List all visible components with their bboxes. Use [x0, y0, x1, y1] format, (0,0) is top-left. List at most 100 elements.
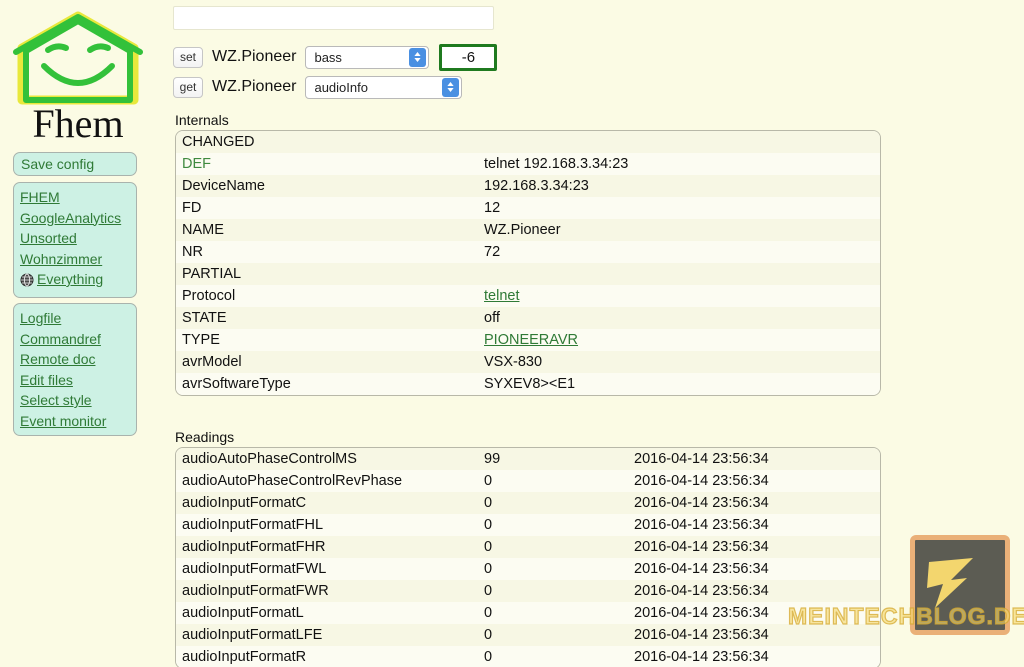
reading-timestamp: 2016-04-14 23:56:34	[628, 536, 880, 558]
page-root: Fhem Save config FHEM GoogleAnalytics Un…	[0, 0, 1024, 667]
sidebar-item-everything[interactable]: Everything	[14, 269, 136, 293]
reading-value: 0	[478, 602, 628, 624]
internals-key: DeviceName	[176, 175, 478, 197]
internals-value: WZ.Pioneer	[478, 219, 880, 241]
sidebar-rooms-menu: FHEM GoogleAnalytics Unsorted Wohnzimmer…	[13, 182, 137, 298]
internals-key: CHANGED	[176, 131, 478, 153]
fhem-logo: Fhem	[8, 8, 148, 146]
save-config-button[interactable]: Save config	[13, 152, 137, 176]
internals-key: STATE	[176, 307, 478, 329]
get-button[interactable]: get	[173, 76, 203, 98]
reading-value: 0	[478, 558, 628, 580]
sidebar-item-commandref[interactable]: Commandref	[14, 329, 136, 350]
command-input[interactable]	[173, 6, 494, 30]
internals-value[interactable]: PIONEERAVR	[478, 329, 880, 351]
get-parameter-value: audioInfo	[314, 79, 368, 95]
internals-key: FD	[176, 197, 478, 219]
reading-timestamp: 2016-04-14 23:56:34	[628, 602, 880, 624]
sidebar-item-event-monitor[interactable]: Event monitor	[14, 411, 136, 432]
table-row: audioInputFormatFWR 0 2016-04-14 23:56:34	[176, 580, 880, 602]
sidebar-item-logfile[interactable]: Logfile	[14, 308, 136, 329]
sidebar-item-unsorted[interactable]: Unsorted	[14, 228, 136, 249]
table-row: Protocol telnet	[176, 285, 880, 307]
sidebar-item-fhem[interactable]: FHEM	[14, 187, 136, 208]
table-row: STATE off	[176, 307, 880, 329]
sidebar-item-remote-doc[interactable]: Remote doc	[14, 349, 136, 370]
reading-timestamp: 2016-04-14 23:56:34	[628, 514, 880, 536]
internals-key: TYPE	[176, 329, 478, 351]
table-row: FD 12	[176, 197, 880, 219]
reading-timestamp: 2016-04-14 23:56:34	[628, 580, 880, 602]
table-row: audioAutoPhaseControlMS 99 2016-04-14 23:5…	[176, 448, 880, 470]
table-row: DeviceName 192.168.3.34:23	[176, 175, 880, 197]
set-button[interactable]: set	[173, 46, 203, 68]
chevron-updown-icon	[442, 77, 460, 97]
internals-value: 192.168.3.34:23	[478, 175, 880, 197]
set-parameter-value: bass	[314, 49, 342, 65]
set-parameter-select[interactable]: bass	[305, 45, 430, 69]
reading-name: audioInputFormatR	[176, 646, 478, 667]
reading-value: 0	[478, 514, 628, 536]
sidebar: Fhem Save config FHEM GoogleAnalytics Un…	[0, 0, 160, 667]
table-row: NAME WZ.Pioneer	[176, 219, 880, 241]
table-row: avrSoftwareType SYXEV8><E1	[176, 373, 880, 395]
reading-value: 0	[478, 470, 628, 492]
globe-icon	[20, 272, 34, 293]
reading-name: audioInputFormatFHR	[176, 536, 478, 558]
reading-timestamp: 2016-04-14 23:56:34	[628, 470, 880, 492]
reading-value: 0	[478, 624, 628, 646]
internals-value-link[interactable]: PIONEERAVR	[484, 332, 578, 348]
sidebar-item-select-style[interactable]: Select style	[14, 390, 136, 411]
get-command-row: get WZ.Pioneer audioInfo	[173, 73, 463, 101]
reading-name: audioAutoPhaseControlMS	[176, 448, 478, 470]
reading-name: audioInputFormatFWL	[176, 558, 478, 580]
internals-value-link[interactable]: telnet	[484, 288, 519, 304]
get-parameter-select[interactable]: audioInfo	[305, 75, 463, 99]
table-row: TYPE PIONEERAVR	[176, 329, 880, 351]
table-row: CHANGED	[176, 131, 880, 153]
reading-value: 0	[478, 646, 628, 667]
reading-value: 99	[478, 448, 628, 470]
reading-value: 0	[478, 492, 628, 514]
sidebar-item-everything-label: Everything	[37, 271, 104, 287]
internals-key-link[interactable]: DEF	[182, 156, 211, 172]
internals-table: CHANGED DEF telnet 192.168.3.34:23 DeviceNa…	[175, 130, 881, 396]
sidebar-item-wohnzimmer[interactable]: Wohnzimmer	[14, 249, 136, 270]
internals-value: telnet 192.168.3.34:23	[478, 153, 880, 175]
set-value-input[interactable]	[439, 43, 498, 71]
internals-key: PARTIAL	[176, 263, 478, 285]
sidebar-item-edit-files[interactable]: Edit files	[14, 370, 136, 391]
table-row: DEF telnet 192.168.3.34:23	[176, 153, 880, 175]
reading-name: audioInputFormatFWR	[176, 580, 478, 602]
table-row: audioAutoPhaseControlRevPhase 0 2016-04-14…	[176, 470, 880, 492]
readings-table: audioAutoPhaseControlMS 99 2016-04-14 23:5…	[175, 447, 881, 667]
reading-timestamp: 2016-04-14 23:56:34	[628, 558, 880, 580]
house-smiley-icon	[13, 11, 143, 105]
internals-value[interactable]: telnet	[478, 285, 880, 307]
table-row: audioInputFormatLFE 0 2016-04-14 23:56:34	[176, 624, 880, 646]
internals-value: 12	[478, 197, 880, 219]
table-row: NR 72	[176, 241, 880, 263]
internals-value	[478, 263, 880, 285]
table-row: audioInputFormatFWL 0 2016-04-14 23:56:34	[176, 558, 880, 580]
table-row: PARTIAL	[176, 263, 880, 285]
internals-key: avrModel	[176, 351, 478, 373]
sidebar-item-googleanalytics[interactable]: GoogleAnalytics	[14, 208, 136, 229]
internals-value	[478, 131, 880, 153]
table-row: avrModel VSX-830	[176, 351, 880, 373]
reading-name: audioAutoPhaseControlRevPhase	[176, 470, 478, 492]
sidebar-tools-menu: Logfile Commandref Remote doc Edit files…	[13, 303, 137, 436]
reading-timestamp: 2016-04-14 23:56:34	[628, 624, 880, 646]
set-device-name: WZ.Pioneer	[212, 48, 297, 65]
internals-key[interactable]: DEF	[176, 153, 478, 175]
app-name: Fhem	[32, 101, 124, 146]
internals-key: NAME	[176, 219, 478, 241]
readings-title: Readings	[175, 429, 235, 445]
table-row: audioInputFormatC 0 2016-04-14 23:56:34	[176, 492, 880, 514]
table-row: audioInputFormatFHL 0 2016-04-14 23:56:34	[176, 514, 880, 536]
reading-name: audioInputFormatLFE	[176, 624, 478, 646]
chevron-updown-icon	[409, 47, 427, 67]
internals-value: VSX-830	[478, 351, 880, 373]
set-command-row: set WZ.Pioneer bass	[173, 43, 498, 71]
internals-key: Protocol	[176, 285, 478, 307]
